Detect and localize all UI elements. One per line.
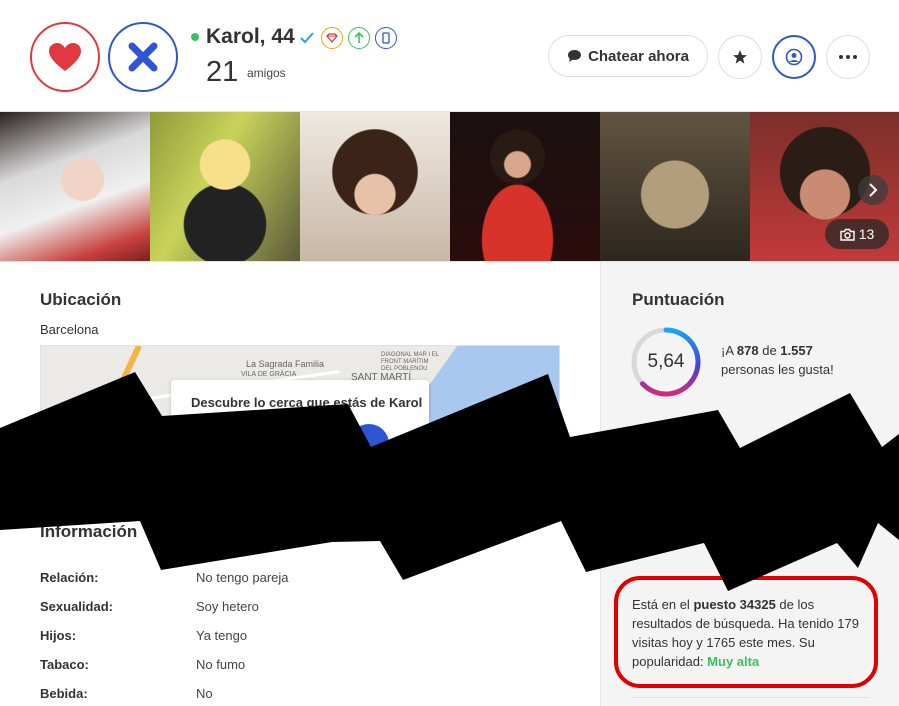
info-row: Bebida: No bbox=[40, 686, 560, 706]
info-row: Relación: No tengo pareja bbox=[40, 570, 560, 590]
likes-prefix: ¡A bbox=[721, 343, 737, 358]
profile-photo[interactable] bbox=[300, 112, 450, 262]
info-row: Tabaco: No fumo bbox=[40, 657, 560, 677]
vip-diamond-icon bbox=[321, 27, 343, 49]
camera-icon bbox=[840, 228, 855, 241]
score-likes-text: ¡A 878 de 1.557 personas les gusta! bbox=[721, 341, 891, 379]
info-value: No fumo bbox=[196, 657, 246, 672]
score-value: 5,64 bbox=[647, 351, 685, 372]
gallery-next-button[interactable] bbox=[858, 175, 888, 205]
likes-count: 878 bbox=[736, 343, 759, 358]
chevron-right-icon bbox=[869, 183, 878, 197]
map-label: La Sagrada Familia bbox=[246, 359, 325, 369]
discover-distance-button[interactable] bbox=[349, 424, 389, 464]
profile-name: Karol, 44 bbox=[206, 25, 295, 48]
map-card-text: Descubre lo cerca que estás de Karol bbox=[191, 395, 423, 410]
info-key: Relación: bbox=[40, 570, 99, 585]
likes-total: 1.557 bbox=[780, 343, 813, 358]
info-value: No tengo pareja bbox=[196, 570, 289, 585]
chat-bubble-icon bbox=[568, 50, 582, 62]
location-city: Barcelona bbox=[40, 322, 99, 337]
favorite-button[interactable] bbox=[718, 35, 762, 79]
map-distance-card[interactable]: Descubre lo cerca que estás de Karol bbox=[171, 380, 429, 464]
heart-icon bbox=[49, 43, 81, 71]
location-map[interactable]: La Sagrada Familia VILA DE GRÀCIA SANT M… bbox=[40, 345, 560, 465]
profile-photo[interactable] bbox=[450, 112, 600, 262]
friends-label: amigos bbox=[247, 66, 286, 80]
info-value: No bbox=[196, 686, 213, 701]
info-key: Sexualidad: bbox=[40, 599, 113, 614]
mobile-icon bbox=[375, 27, 397, 49]
info-key: Hijos: bbox=[40, 628, 77, 643]
online-status-icon bbox=[191, 33, 199, 41]
verified-icon bbox=[300, 27, 316, 49]
likes-mid: de bbox=[758, 343, 781, 358]
dislike-button[interactable] bbox=[108, 22, 178, 92]
map-label: VILA DE GRÀCIA bbox=[241, 371, 297, 378]
profile-badges bbox=[300, 27, 397, 49]
info-row: Sexualidad: Soy hetero bbox=[40, 599, 560, 619]
chat-now-label: Chatear ahora bbox=[588, 47, 689, 65]
photo-gallery bbox=[0, 111, 899, 262]
profile-photo[interactable] bbox=[150, 112, 300, 262]
photo-count-badge[interactable]: 13 bbox=[825, 219, 889, 249]
profile-details: Ubicación Barcelona La Sagrada Familia V… bbox=[0, 262, 600, 706]
close-icon bbox=[128, 42, 158, 72]
profile-button[interactable] bbox=[772, 35, 816, 79]
profile-photo[interactable] bbox=[600, 112, 750, 262]
divider bbox=[631, 697, 869, 698]
like-button[interactable] bbox=[30, 22, 100, 92]
score-title: Puntuación bbox=[632, 290, 725, 309]
likes-suffix: personas les gusta! bbox=[721, 362, 834, 377]
photo-count: 13 bbox=[858, 226, 875, 242]
location-title: Ubicación bbox=[40, 290, 122, 309]
star-icon bbox=[733, 50, 747, 64]
profile-photo[interactable] bbox=[0, 112, 150, 262]
profile-header: Karol, 44 21 amigos Chatear ahora bbox=[0, 0, 899, 111]
info-key: Bebida: bbox=[40, 686, 88, 701]
chat-now-button[interactable]: Chatear ahora bbox=[548, 35, 708, 77]
user-circle-icon bbox=[785, 48, 803, 66]
more-options-button[interactable] bbox=[826, 35, 870, 79]
boost-arrow-icon bbox=[348, 27, 370, 49]
info-key: Tabaco: bbox=[40, 657, 89, 672]
friends-count: 21 bbox=[206, 56, 239, 88]
info-title: Información bbox=[40, 522, 138, 541]
info-row: Hijos: Ya tengo bbox=[40, 628, 560, 648]
info-value: Soy hetero bbox=[196, 599, 259, 614]
map-label: DIAGONAL MAR I EL FRONT MARÍTIM DEL POBL… bbox=[381, 352, 439, 372]
info-value: Ya tengo bbox=[196, 628, 248, 643]
more-dots-icon bbox=[839, 55, 857, 59]
highlight-annotation bbox=[614, 576, 878, 688]
